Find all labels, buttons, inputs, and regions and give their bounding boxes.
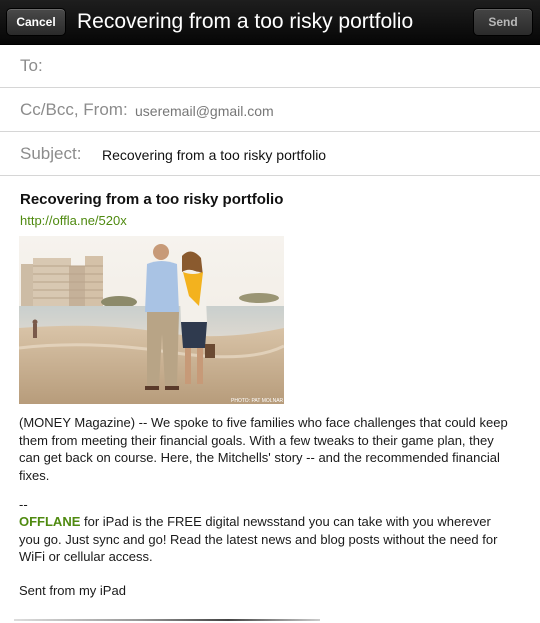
send-button[interactable]: Send — [473, 8, 533, 36]
compose-sheet: Cancel Recovering from a too risky portf… — [0, 0, 540, 623]
signature-text: for iPad is the FREE digital newsstand y… — [19, 514, 498, 564]
to-field-row[interactable]: To: — [0, 44, 540, 88]
bottom-edge-shadow — [14, 619, 320, 621]
subject-field-row[interactable]: Subject: Recovering from a too risky por… — [0, 132, 540, 176]
signature-paragraph: OFFLANE for iPad is the FREE digital new… — [19, 513, 509, 566]
subject-input[interactable]: Recovering from a too risky portfolio — [102, 147, 326, 163]
article-photo: PHOTO: PAT MOLNAR — [19, 236, 284, 404]
article-link[interactable]: http://offla.ne/520x — [20, 213, 127, 228]
cancel-button[interactable]: Cancel — [6, 8, 66, 36]
cc-bcc-from-row[interactable]: Cc/Bcc, From: useremail@gmail.com — [0, 88, 540, 132]
article-excerpt: (MONEY Magazine) -- We spoke to five fam… — [19, 415, 508, 483]
sent-from-signature: Sent from my iPad — [19, 583, 126, 598]
from-value[interactable]: useremail@gmail.com — [135, 103, 274, 119]
subject-label: Subject: — [20, 144, 82, 163]
to-label: To: — [20, 56, 43, 75]
cc-bcc-from-label: Cc/Bcc, From: — [20, 100, 128, 119]
navigation-bar: Cancel Recovering from a too risky portf… — [0, 0, 540, 45]
offlane-brand-link[interactable]: OFFLANE — [19, 514, 80, 529]
signature-separator: -- — [19, 497, 28, 512]
compose-title: Recovering from a too risky portfolio — [77, 10, 414, 33]
photo-credit-text: PHOTO: PAT MOLNAR — [231, 398, 284, 404]
article-title: Recovering from a too risky portfolio — [20, 191, 284, 208]
